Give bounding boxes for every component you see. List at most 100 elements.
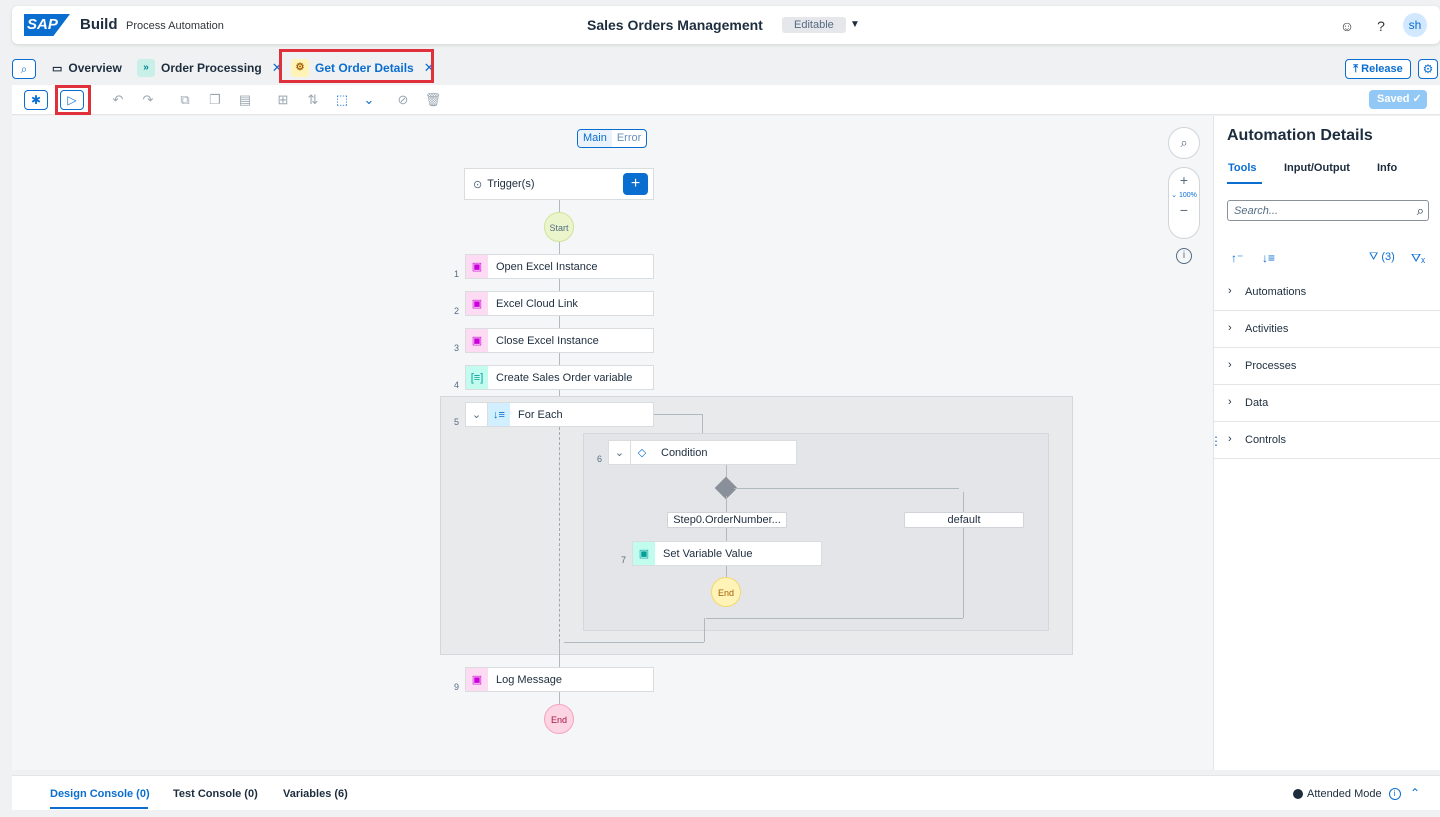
folder-icon: ▭ xyxy=(52,62,63,75)
category-data[interactable]: › Data xyxy=(1214,385,1440,422)
end-node: End xyxy=(544,704,574,734)
delete-icon[interactable]: 🗑 xyxy=(424,91,442,109)
step-close-excel[interactable]: ▣ Close Excel Instance xyxy=(465,328,654,353)
step-open-excel[interactable]: ▣ Open Excel Instance xyxy=(465,254,654,279)
chevron-right-icon: › xyxy=(1228,285,1232,297)
tools-search-input[interactable]: Search... ⌕ xyxy=(1227,200,1429,221)
undo-icon[interactable]: ↶ xyxy=(109,91,127,109)
step-set-variable[interactable]: ▣ Set Variable Value xyxy=(632,541,822,566)
flow-switch[interactable]: Main Error xyxy=(577,129,648,148)
sort-ascending-icon[interactable]: ↑⁻ xyxy=(1231,251,1243,265)
connector xyxy=(706,618,963,619)
avatar[interactable]: sh xyxy=(1403,13,1427,37)
activity-icon: ▣ xyxy=(466,292,488,315)
connector xyxy=(559,279,560,291)
debug-button[interactable]: ✱ xyxy=(24,90,48,110)
release-button[interactable]: ⤒ Release xyxy=(1345,59,1411,79)
loop-return-line xyxy=(559,427,560,642)
step-number: 7 xyxy=(621,555,627,565)
connector xyxy=(559,200,560,212)
add-trigger-button[interactable]: + xyxy=(623,173,648,195)
chevron-down-icon[interactable]: ⌄ xyxy=(466,403,488,426)
chevron-down-icon[interactable]: ⌄ xyxy=(609,441,631,464)
duplicate-icon[interactable]: ❐ xyxy=(206,91,224,109)
redo-icon[interactable]: ↷ xyxy=(139,91,157,109)
step-create-variable[interactable]: [≡] Create Sales Order variable xyxy=(465,365,654,390)
tab-tools[interactable]: Tools xyxy=(1228,162,1257,174)
info-icon[interactable]: i xyxy=(1388,788,1401,800)
chevron-right-icon: › xyxy=(1228,433,1232,445)
product-name: Process Automation xyxy=(126,20,224,32)
chevron-up-icon[interactable]: ⌃ xyxy=(1410,786,1420,800)
error-flow-tab[interactable]: Error xyxy=(612,130,646,147)
activity-icon: ▣ xyxy=(633,542,655,565)
paste-icon[interactable]: ▤ xyxy=(236,91,254,109)
filter-button[interactable]: ⛛ (3) xyxy=(1369,251,1395,264)
branch-label-default[interactable]: default xyxy=(904,512,1024,528)
brand-name: Build xyxy=(80,16,118,33)
step-condition[interactable]: ⌄ ◇ Condition xyxy=(608,440,797,465)
highlight-box xyxy=(279,49,434,83)
copy-icon[interactable]: ⧉ xyxy=(176,91,194,109)
attended-mode: Attended Mode i xyxy=(1293,788,1401,800)
flow-canvas[interactable]: Main Error ⊙ Trigger(s) + Start 1 ▣ Open… xyxy=(12,116,1213,770)
search-artifacts-button[interactable]: ⌕ xyxy=(12,59,36,79)
tab-input-output[interactable]: Input/Output xyxy=(1284,162,1350,174)
filter-icon: ⛛ xyxy=(1369,251,1379,263)
variable-icon: [≡] xyxy=(466,366,488,389)
diamond-icon: ◇ xyxy=(637,447,647,459)
zoom-out-button[interactable]: − xyxy=(1169,202,1199,218)
step-for-each[interactable]: ⌄ ↓≡ For Each xyxy=(465,402,654,427)
hide-icon[interactable]: ⊘ xyxy=(394,91,412,109)
connector xyxy=(734,488,959,489)
category-processes[interactable]: › Processes xyxy=(1214,348,1440,385)
connector xyxy=(564,642,704,643)
chevron-down-icon[interactable]: ⌄ xyxy=(360,91,378,109)
tab-design-console[interactable]: Design Console (0) xyxy=(50,788,150,800)
search-icon[interactable]: ⌕ xyxy=(1417,203,1424,219)
activity-icon: ▣ xyxy=(466,329,488,352)
panel-title: Automation Details xyxy=(1227,127,1373,144)
zoom-level[interactable]: ⌄ 100% xyxy=(1169,191,1199,199)
tab-overview[interactable]: ▭ Overview xyxy=(52,57,122,79)
search-icon: ⌕ xyxy=(1180,135,1188,150)
sort-icon[interactable]: ⇅ xyxy=(304,91,322,109)
info-icon[interactable]: i xyxy=(1176,248,1192,264)
connector xyxy=(726,528,727,541)
tab-variables[interactable]: Variables (6) xyxy=(283,788,348,800)
step-excel-cloud-link[interactable]: ▣ Excel Cloud Link xyxy=(465,291,654,316)
step-number: 4 xyxy=(454,380,460,390)
saved-status: Saved ✓ xyxy=(1369,90,1427,109)
step-log-message[interactable]: ▣ Log Message xyxy=(465,667,654,692)
category-controls[interactable]: › Controls xyxy=(1214,422,1440,459)
project-title: Sales Orders Management xyxy=(587,17,763,33)
console-bar: Design Console (0) Test Console (0) Vari… xyxy=(12,775,1440,810)
chevron-right-icon: › xyxy=(1228,359,1232,371)
connector xyxy=(704,618,705,642)
chevron-down-icon[interactable]: ▼ xyxy=(850,19,860,30)
select-icon[interactable]: ⬚ xyxy=(333,91,351,109)
main-flow-tab[interactable]: Main xyxy=(578,130,612,147)
branch-label[interactable]: Step0.OrderNumber... xyxy=(667,512,787,528)
connector xyxy=(963,492,964,618)
category-activities[interactable]: › Activities xyxy=(1214,311,1440,348)
sort-descending-icon[interactable]: ↓≡ xyxy=(1262,251,1275,265)
panel-resize-handle[interactable]: ⋮ xyxy=(1210,434,1222,448)
feedback-icon[interactable]: ☺ xyxy=(1339,18,1355,34)
tab-info[interactable]: Info xyxy=(1377,162,1397,174)
category-automations[interactable]: › Automations xyxy=(1214,274,1440,311)
trigger-node[interactable]: ⊙ Trigger(s) + xyxy=(464,168,654,200)
highlight-box xyxy=(55,85,91,115)
trigger-icon: ⊙ xyxy=(473,178,483,191)
automation-details-panel: Automation Details Tools Input/Output In… xyxy=(1210,116,1440,770)
chevron-right-icon: › xyxy=(1228,396,1232,408)
sap-logo[interactable]: SAP xyxy=(24,14,70,36)
tab-test-console[interactable]: Test Console (0) xyxy=(173,788,258,800)
zoom-in-button[interactable]: + xyxy=(1169,172,1199,188)
settings-button[interactable]: ⚙ xyxy=(1418,59,1438,79)
help-icon[interactable]: ? xyxy=(1373,18,1389,34)
clear-filter-icon[interactable]: ⛛ₓ xyxy=(1411,251,1425,266)
search-canvas-button[interactable]: ⌕ xyxy=(1168,127,1200,159)
tab-order-processing[interactable]: » Order Processing ✕ xyxy=(137,57,283,79)
add-folder-icon[interactable]: ⊞ xyxy=(274,91,292,109)
